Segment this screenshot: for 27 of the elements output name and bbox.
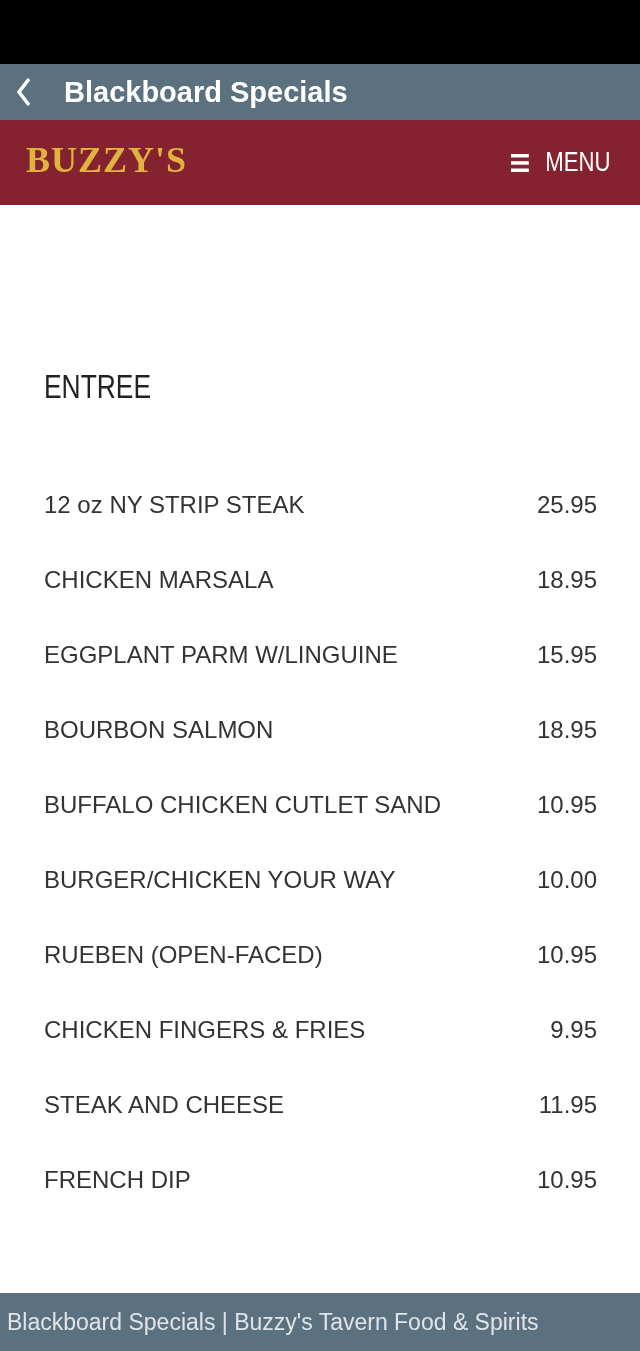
back-icon[interactable] bbox=[16, 77, 32, 107]
logo[interactable]: BUZZY'S bbox=[26, 138, 188, 181]
item-name: CHICKEN MARSALA bbox=[44, 565, 274, 594]
menu-button[interactable]: MENU bbox=[510, 147, 610, 178]
item-name: BOURBON SALMON bbox=[44, 715, 274, 744]
app-bar-title: Blackboard Specials bbox=[64, 75, 348, 109]
section-heading: ENTREE bbox=[44, 367, 152, 407]
item-price: 10.00 bbox=[536, 865, 597, 894]
item-name: BURGER/CHICKEN YOUR WAY bbox=[44, 865, 396, 894]
item-name: CHICKEN FINGERS & FRIES bbox=[44, 1015, 366, 1044]
item-price: 18.95 bbox=[536, 715, 597, 744]
item-name: 12 oz NY STRIP STEAK bbox=[44, 490, 305, 519]
item-price: 10.95 bbox=[536, 1165, 597, 1194]
item-name: STEAK AND CHEESE bbox=[44, 1090, 285, 1119]
item-price: 10.95 bbox=[536, 940, 597, 969]
item-name: EGGPLANT PARM W/LINGUINE bbox=[44, 640, 398, 669]
page-title: Blackboard Specials | Buzzy's Tavern Food & Spirits bbox=[7, 1308, 539, 1336]
item-name: FRENCH DIP bbox=[44, 1165, 191, 1194]
item-price: 11.95 bbox=[538, 1090, 597, 1119]
item-name: BUFFALO CHICKEN CUTLET SAND bbox=[44, 790, 441, 819]
item-price: 15.95 bbox=[536, 640, 597, 669]
item-price: 9.95 bbox=[550, 1015, 597, 1044]
menu-icon bbox=[510, 153, 529, 172]
item-price: 25.95 bbox=[536, 490, 597, 519]
item-name: RUEBEN (OPEN-FACED) bbox=[44, 940, 323, 969]
item-price: 18.95 bbox=[536, 565, 597, 594]
item-price: 10.95 bbox=[536, 790, 597, 819]
